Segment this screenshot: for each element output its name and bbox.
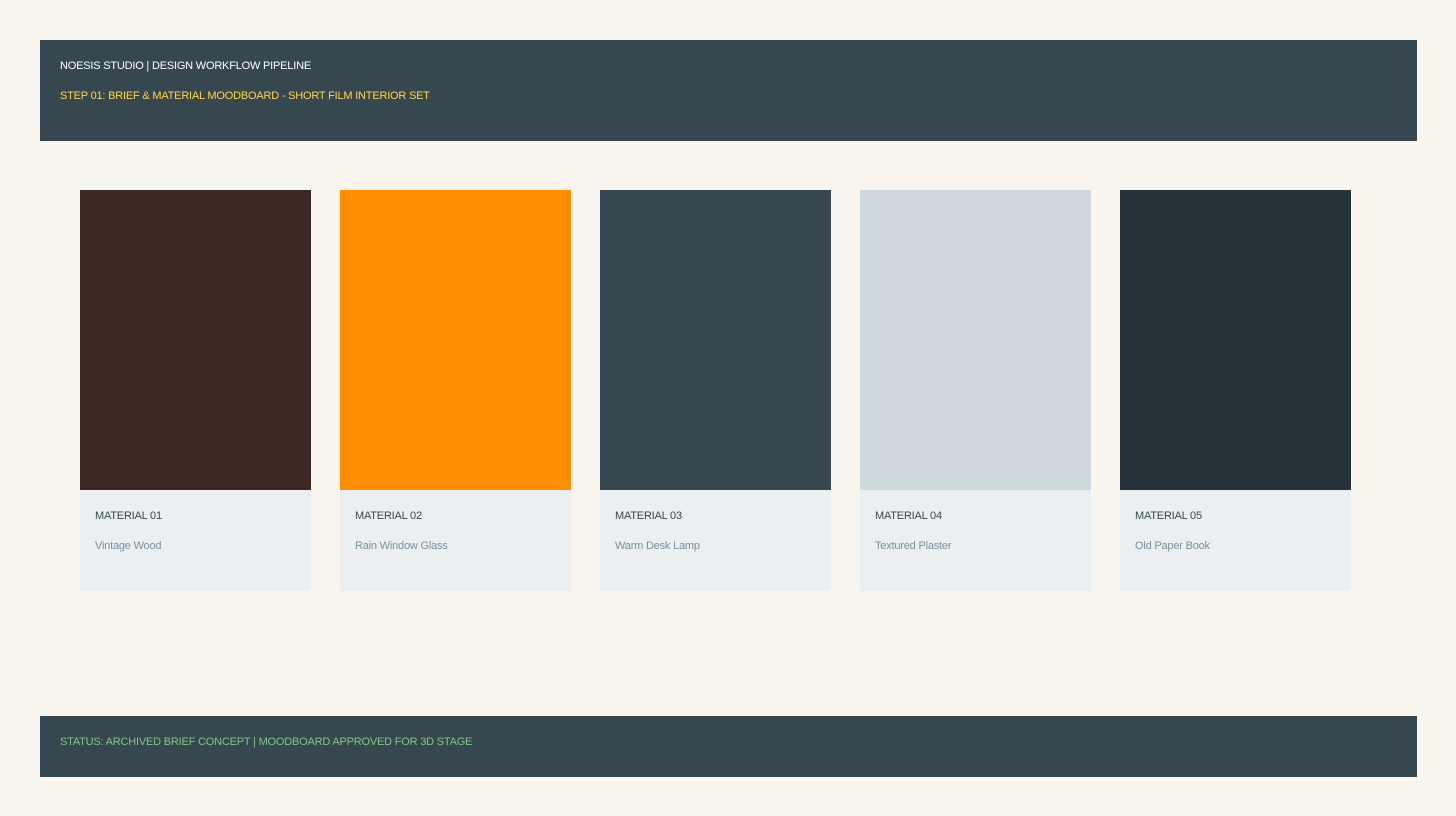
material-swatch bbox=[600, 190, 831, 490]
material-name: Old Paper Book bbox=[1135, 540, 1210, 552]
material-card-02[interactable]: MATERIAL 02 Rain Window Glass bbox=[340, 190, 571, 591]
material-label: MATERIAL 05 bbox=[1135, 510, 1202, 522]
material-card-04[interactable]: MATERIAL 04 Textured Plaster bbox=[860, 190, 1091, 591]
material-swatch bbox=[860, 190, 1091, 490]
material-label: MATERIAL 04 bbox=[875, 510, 942, 522]
material-cards: MATERIAL 01 Vintage Wood MATERIAL 02 Rai… bbox=[80, 190, 1351, 591]
step-subtitle: STEP 01: BRIEF & MATERIAL MOODBOARD - SH… bbox=[60, 90, 430, 102]
material-label: MATERIAL 01 bbox=[95, 510, 162, 522]
material-name: Vintage Wood bbox=[95, 540, 162, 552]
material-label: MATERIAL 02 bbox=[355, 510, 422, 522]
material-card-01[interactable]: MATERIAL 01 Vintage Wood bbox=[80, 190, 311, 591]
material-name: Warm Desk Lamp bbox=[615, 540, 700, 552]
header-bar: NOESIS STUDIO | DESIGN WORKFLOW PIPELINE… bbox=[40, 40, 1417, 141]
material-name: Rain Window Glass bbox=[355, 540, 448, 552]
status-text: STATUS: ARCHIVED BRIEF CONCEPT | MOODBOA… bbox=[60, 736, 473, 748]
material-name: Textured Plaster bbox=[875, 540, 952, 552]
page-title: NOESIS STUDIO | DESIGN WORKFLOW PIPELINE bbox=[60, 60, 311, 72]
material-card-03[interactable]: MATERIAL 03 Warm Desk Lamp bbox=[600, 190, 831, 591]
material-swatch bbox=[340, 190, 571, 490]
material-swatch bbox=[80, 190, 311, 490]
material-label: MATERIAL 03 bbox=[615, 510, 682, 522]
status-bar: STATUS: ARCHIVED BRIEF CONCEPT | MOODBOA… bbox=[40, 716, 1417, 777]
material-swatch bbox=[1120, 190, 1351, 490]
material-card-05[interactable]: MATERIAL 05 Old Paper Book bbox=[1120, 190, 1351, 591]
